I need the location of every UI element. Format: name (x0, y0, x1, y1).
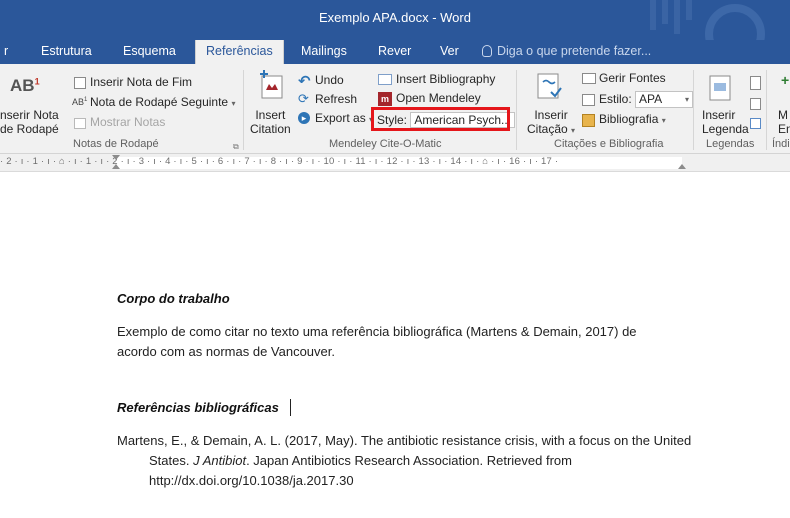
plus-icon: + (781, 72, 790, 88)
first-line-indent-marker[interactable] (112, 155, 120, 160)
bibliography-icon (582, 114, 595, 127)
mark-entry-label-2: En (778, 122, 790, 136)
mendeley-insert-citation-label-1: Insert (255, 108, 286, 122)
cross-reference-icon[interactable] (750, 118, 761, 129)
next-footnote-label: Nota de Rodapé Seguinte (90, 95, 229, 109)
ribbon: AB1 nserir Nota de Rodapé Inserir Nota d… (0, 64, 790, 154)
mendeley-refresh-button[interactable]: Refresh (315, 92, 357, 106)
group-divider (243, 70, 244, 150)
insert-endnote-icon (74, 77, 86, 89)
citation-style-value: APA (639, 92, 663, 106)
tell-me-box[interactable]: Diga o que pretende fazer... (482, 40, 651, 64)
insert-endnote-button[interactable]: Inserir Nota de Fim (90, 75, 192, 89)
insert-caption-label-2: Legenda (702, 122, 749, 136)
mendeley-undo-button[interactable]: Undo (315, 73, 344, 87)
section-heading: Corpo do trabalho (117, 291, 230, 306)
tab-estrutura[interactable]: Estrutura (41, 40, 92, 64)
citations-group-label: Citações e Bibliografia (554, 138, 664, 150)
ruler-ticks: · 2 · ı · 1 · ı · ⌂ · ı · 1 · ı · 2 · ı … (0, 156, 559, 167)
insert-citation-icon (537, 73, 562, 99)
mendeley-insert-citation-icon (260, 70, 283, 99)
chevron-down-icon: ▾ (231, 99, 236, 108)
mendeley-insert-citation-label-2: Citation (250, 122, 291, 136)
title-bar: Exemplo APA.docx - Word (0, 0, 790, 64)
chevron-down-icon: ▾ (661, 116, 666, 125)
open-mendeley-button[interactable]: Open Mendeley (396, 91, 481, 105)
mendeley-export-as-button[interactable]: Export as ▾ (315, 111, 373, 125)
tab-rever[interactable]: Rever (378, 40, 411, 64)
captions-group-label: Legendas (706, 138, 755, 150)
mendeley-insert-bibliography-button[interactable]: Insert Bibliography (396, 72, 495, 86)
mark-entry-button[interactable]: M En (778, 108, 790, 136)
show-notes-icon (74, 118, 86, 129)
insert-citation-label-2: Citação (527, 122, 568, 136)
ribbon-tabs: r Estrutura Esquema Referências Mailings… (0, 40, 790, 64)
document-page[interactable]: Corpo do trabalho Exemplo de como citar … (0, 173, 790, 518)
citation-style-select[interactable]: Estilo: APA ▾ (599, 91, 694, 108)
insert-citation-label-2-wrap: Citação ▾ (527, 122, 575, 136)
insert-footnote-button[interactable]: nserir Nota de Rodapé (0, 108, 59, 136)
mendeley-insert-citation-button[interactable]: Insert Citation (250, 108, 291, 136)
tab-ver[interactable]: Ver (440, 40, 459, 64)
text-cursor (290, 399, 291, 416)
tab-mailings[interactable]: Mailings (301, 40, 347, 64)
mendeley-logo-icon: m (378, 92, 392, 106)
refresh-icon: ⟳ (298, 91, 309, 106)
group-divider (516, 70, 517, 150)
next-footnote-button[interactable]: Nota de Rodapé Seguinte ▾ (90, 95, 235, 109)
right-indent-marker[interactable] (678, 164, 686, 169)
insert-caption-label-1: Inserir (702, 108, 736, 122)
references-heading: Referências bibliográficas (117, 400, 279, 415)
body-paragraph: Exemplo de como citar no texto uma refer… (117, 324, 637, 359)
reference-entry: Martens, E., & Demain, A. L. (2017, May)… (117, 431, 697, 491)
chevron-down-icon: ▾ (685, 95, 690, 104)
ruler[interactable]: · 2 · ı · 1 · ı · ⌂ · ı · 1 · ı · 2 · ı … (0, 154, 790, 172)
lightbulb-icon (482, 45, 492, 57)
tab-referencias[interactable]: Referências (195, 40, 284, 64)
export-as-label: Export as (315, 111, 366, 125)
insert-citation-button[interactable]: Inserir Citação ▾ (527, 108, 575, 136)
insert-citation-label-1: Inserir (534, 108, 568, 122)
tab-esquema[interactable]: Esquema (123, 40, 176, 64)
group-divider (766, 70, 767, 150)
next-footnote-icon: AB1 (72, 97, 88, 107)
insert-table-of-figures-icon[interactable] (750, 76, 761, 90)
tell-me-placeholder: Diga o que pretende fazer... (497, 44, 652, 58)
style-icon (582, 94, 595, 106)
citation-style-label: Estilo: (599, 92, 632, 106)
chevron-down-icon: ▾ (571, 126, 576, 135)
insert-caption-button[interactable]: Inserir Legenda (702, 108, 749, 136)
bibliography-label: Bibliografia (599, 112, 659, 126)
mendeley-group-label: Mendeley Cite-O-Matic (329, 138, 442, 150)
word-window: Exemplo APA.docx - Word r Estrutura Esqu… (0, 0, 790, 518)
group-divider (693, 70, 694, 150)
bibliography-button[interactable]: Bibliografia ▾ (599, 112, 666, 126)
insert-footnote-icon: AB1 (10, 76, 40, 95)
update-table-icon[interactable] (750, 98, 761, 110)
tab-cropped[interactable]: r (4, 40, 8, 64)
export-icon: ▸ (298, 112, 310, 124)
show-notes-button[interactable]: Mostrar Notas (90, 115, 165, 129)
style-highlight-box (371, 107, 510, 131)
insert-bibliography-icon (378, 74, 392, 85)
manage-sources-icon (582, 73, 596, 84)
insert-footnote-label-2: de Rodapé (0, 122, 59, 136)
mark-entry-label-1: M (778, 108, 788, 122)
hanging-indent-marker[interactable] (112, 164, 120, 169)
footnotes-group-label: Notas de Rodapé (73, 138, 159, 150)
insert-caption-icon (709, 75, 731, 101)
footnotes-launcher-icon[interactable]: ⧉ (233, 142, 239, 152)
reference-journal: J Antibiot (193, 453, 247, 468)
manage-sources-button[interactable]: Gerir Fontes (599, 71, 666, 85)
insert-footnote-label-1: nserir Nota (0, 108, 59, 122)
citation-style-combo[interactable]: APA ▾ (635, 91, 694, 108)
undo-icon: ↶ (298, 73, 311, 90)
index-group-label: Índi (772, 138, 790, 150)
